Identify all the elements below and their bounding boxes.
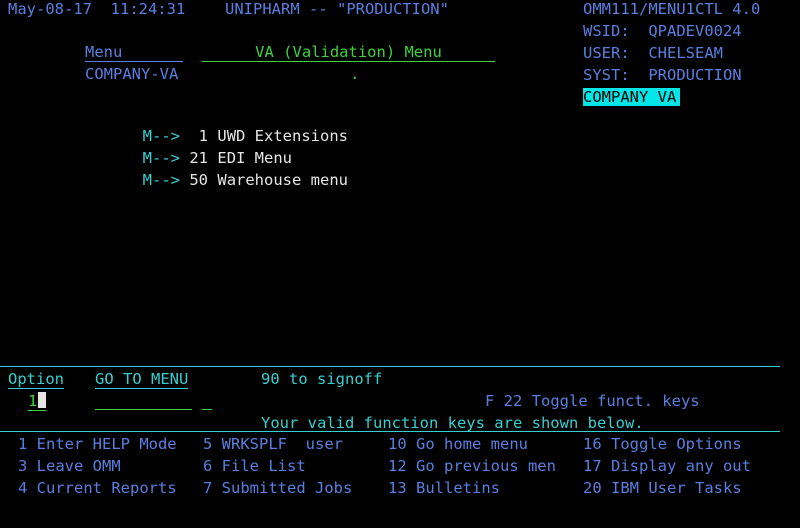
datetime: May-08-17 11:24:31 <box>8 0 186 18</box>
separator-top <box>0 366 780 367</box>
signoff-hint: 90 to signoff <box>261 370 383 388</box>
program-id: OMM111/MENU1CTL 4.0 <box>583 0 761 18</box>
system-title: UNIPHARM -- "PRODUCTION" <box>225 0 449 18</box>
option-label: Option <box>8 370 64 389</box>
menu-title: VA (Validation) Menu <box>202 43 495 62</box>
menu-item-label: Warehouse menu <box>217 171 349 189</box>
text-cursor <box>38 392 46 408</box>
fkey-go-previous[interactable]: 12 Go previous men <box>388 457 556 475</box>
fkey-file-list[interactable]: 6 File List <box>203 457 306 475</box>
fkey-display-any[interactable]: 17 Display any out <box>583 457 751 475</box>
goto-menu-input[interactable] <box>95 392 192 410</box>
fkey-wrksplf[interactable]: 5 WRKSPLF user <box>203 435 343 453</box>
user-id: USER: CHELSEAM <box>583 44 723 62</box>
fkey-submitted-jobs[interactable]: 7 Submitted Jobs <box>203 479 352 497</box>
fkey-current-reports[interactable]: 4 Current Reports <box>18 479 177 497</box>
company-badge: COMPANY VA <box>583 88 680 106</box>
fkey-go-home[interactable]: 10 Go home menu <box>388 435 528 453</box>
toggle-function-keys: F 22 Toggle funct. keys <box>485 392 700 410</box>
fkey-toggle-options[interactable]: 16 Toggle Options <box>583 435 742 453</box>
goto-menu-input-ext[interactable] <box>202 392 212 410</box>
menu-dot: . <box>350 65 360 83</box>
menu-code: COMPANY-VA <box>85 65 179 83</box>
fkey-bulletins[interactable]: 13 Bulletins <box>388 479 500 497</box>
menu-label: Menu <box>85 43 183 62</box>
goto-menu-label: GO TO MENU <box>95 370 189 389</box>
menu-item[interactable]: M--> 50 Warehouse menu <box>124 153 348 189</box>
menu-item-arrow: M--> <box>142 171 180 189</box>
menu-item-number: 50 <box>189 171 209 189</box>
system-name: SYST: PRODUCTION <box>583 66 742 84</box>
workstation-id: WSID: QPADEV0024 <box>583 22 742 40</box>
valid-keys-notice: Your valid function keys are shown below… <box>261 414 644 432</box>
fkey-ibm-user-tasks[interactable]: 20 IBM User Tasks <box>583 479 742 497</box>
fkey-enter-help[interactable]: 1 Enter HELP Mode <box>18 435 177 453</box>
fkey-leave-omm[interactable]: 3 Leave OMM <box>18 457 121 475</box>
